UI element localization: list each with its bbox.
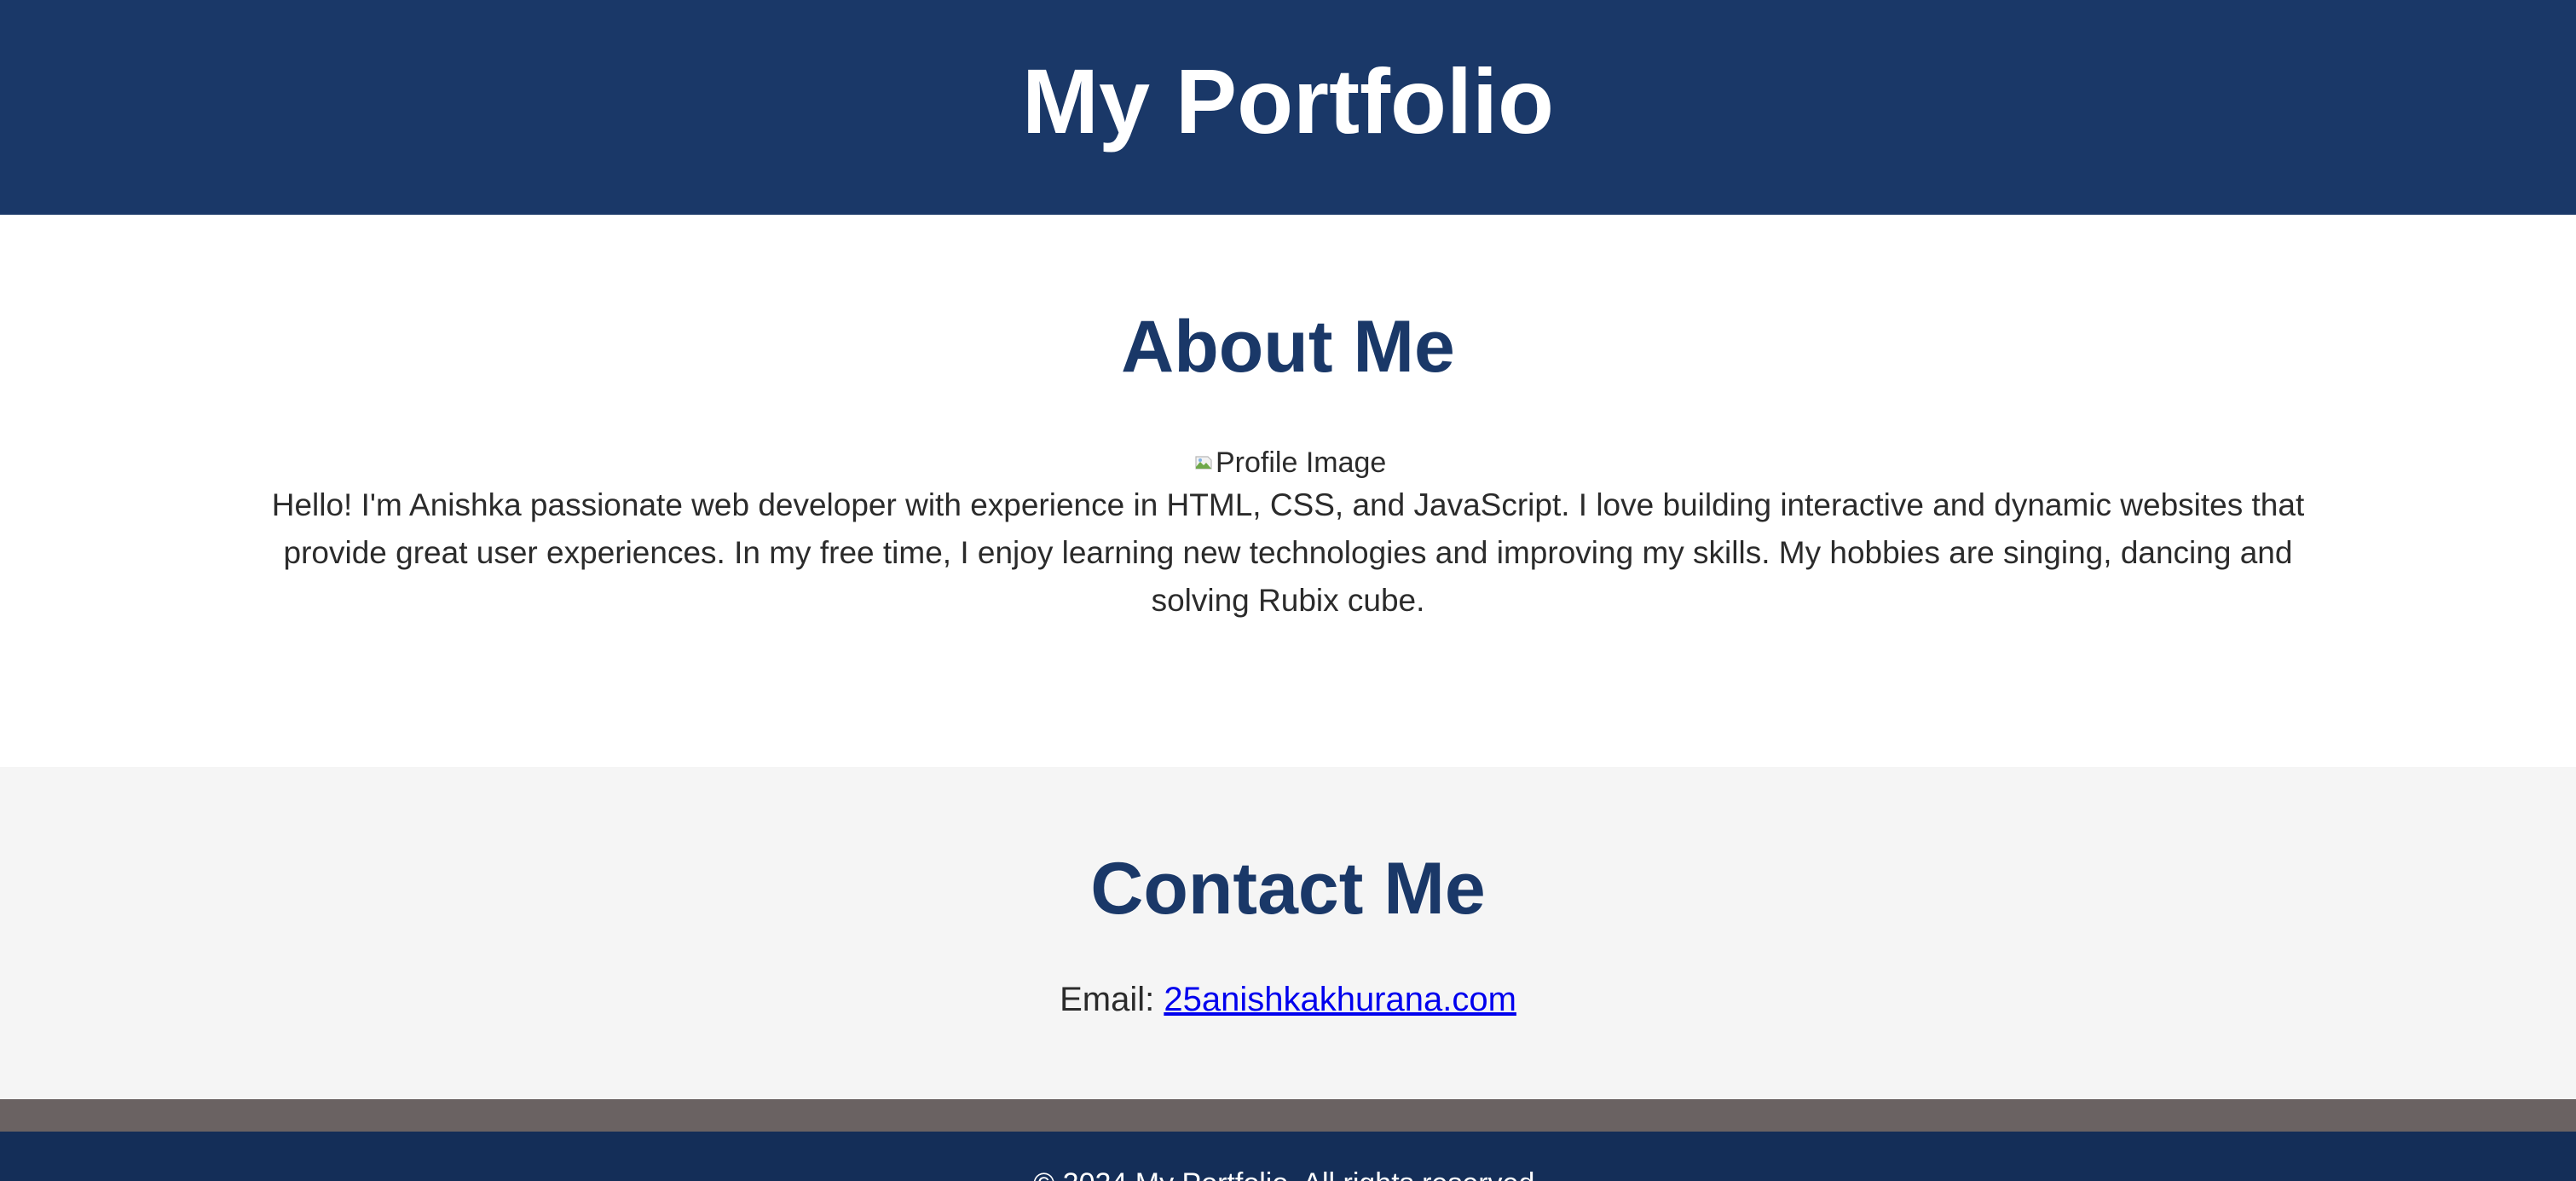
profile-image-alt-text: Profile Image [1216, 446, 1387, 479]
divider-bar [0, 1099, 2576, 1132]
broken-image-icon [1195, 456, 1212, 470]
contact-email-line: Email: 25anishkakhurana.com [0, 982, 2576, 1017]
site-title: My Portfolio [1022, 49, 1554, 153]
email-label: Email: [1060, 981, 1164, 1018]
about-heading: About Me [1121, 306, 1455, 388]
email-link[interactable]: 25anishkakhurana.com [1164, 981, 1516, 1018]
site-footer: © 2024 My Portfolio. All rights reserved… [0, 1132, 2576, 1181]
site-header: My Portfolio [0, 0, 2576, 215]
contact-heading: Contact Me [1090, 848, 1486, 930]
footer-text: © 2024 My Portfolio. All rights reserved… [0, 1169, 2576, 1181]
profile-image: Profile Image [1193, 446, 1386, 479]
about-paragraph: Hello! I'm Anishka passionate web develo… [271, 487, 2305, 618]
about-section: About Me Profile Image Hello! I'm Anishk… [0, 215, 2576, 767]
contact-section: Contact Me Email: 25anishkakhurana.com [0, 767, 2576, 1099]
